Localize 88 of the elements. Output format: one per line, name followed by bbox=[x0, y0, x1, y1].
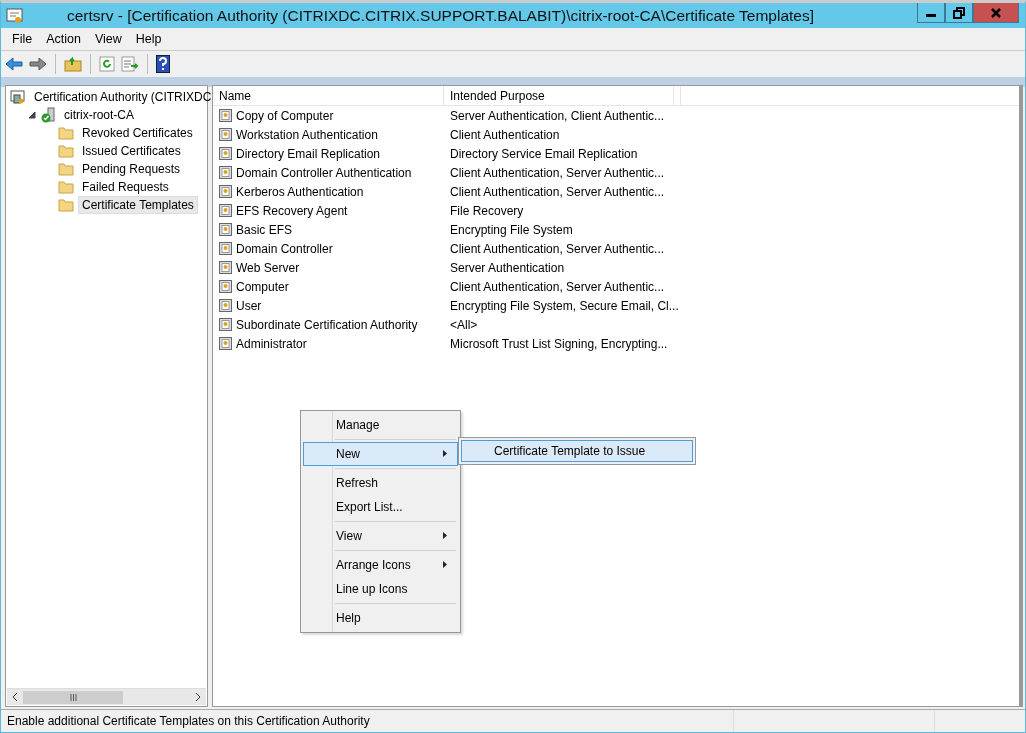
refresh-icon[interactable] bbox=[99, 56, 115, 72]
folder-icon bbox=[58, 198, 74, 212]
context-menu-item[interactable]: Line up Icons bbox=[303, 577, 458, 601]
certificate-template-icon bbox=[219, 185, 232, 198]
purpose-cell-text: Client Authentication, Server Authentic... bbox=[449, 184, 666, 199]
folder-icon bbox=[58, 126, 74, 140]
template-name[interactable]: Basic EFS bbox=[236, 222, 292, 237]
menu-item[interactable]: View bbox=[87, 30, 129, 48]
folder-up-icon[interactable] bbox=[64, 56, 82, 72]
purpose-cell-text: Server Authentication bbox=[449, 260, 566, 275]
template-name[interactable]: Computer bbox=[236, 279, 289, 294]
purpose-cell-text: Encrypting File System bbox=[449, 222, 574, 237]
purpose-cell-text: Client Authentication bbox=[449, 127, 561, 142]
folder-icon bbox=[58, 144, 74, 158]
close-icon bbox=[990, 6, 1002, 19]
tree-item[interactable]: Pending Requests bbox=[78, 160, 185, 178]
folder-icon bbox=[58, 162, 74, 176]
minimize-icon bbox=[926, 14, 936, 17]
context-menu-item[interactable]: Export List... bbox=[303, 495, 458, 519]
expand-arrow-icon[interactable] bbox=[28, 111, 36, 119]
restore-icon bbox=[953, 6, 965, 19]
context-menu-item[interactable]: View bbox=[303, 524, 458, 548]
horizontal-scrollbar[interactable] bbox=[7, 688, 206, 705]
purpose-cell-text: Microsoft Trust List Signing, Encrypting... bbox=[449, 336, 669, 351]
tree-item[interactable]: Revoked Certificates bbox=[78, 124, 197, 142]
purpose-cell-text: File Recovery bbox=[449, 203, 525, 218]
certificate-template-icon bbox=[219, 128, 232, 141]
context-menu-item[interactable]: Manage bbox=[303, 413, 458, 437]
template-name[interactable]: Subordinate Certification Authority bbox=[236, 317, 418, 332]
status-text: Enable additional Certificate Templates on this Certification Authority bbox=[6, 714, 371, 728]
template-name[interactable]: User bbox=[236, 298, 262, 313]
scroll-right-icon[interactable] bbox=[194, 692, 202, 702]
certificate-template-icon bbox=[219, 204, 232, 217]
folder-icon bbox=[58, 180, 74, 194]
context-menu-item[interactable]: New bbox=[303, 442, 458, 466]
close-button[interactable] bbox=[973, 3, 1019, 23]
purpose-cell-text: Server Authentication, Client Authentic... bbox=[449, 108, 666, 123]
server-check-icon bbox=[40, 107, 56, 123]
purpose-cell-text: Client Authentication, Server Authentic... bbox=[449, 165, 666, 180]
certificate-template-icon bbox=[219, 337, 232, 350]
template-name[interactable]: Kerberos Authentication bbox=[236, 184, 364, 199]
certificate-template-icon bbox=[219, 299, 232, 312]
template-name[interactable]: Directory Email Replication bbox=[236, 146, 381, 161]
menu-item[interactable]: Action bbox=[39, 30, 88, 48]
template-name[interactable]: Domain Controller bbox=[236, 241, 333, 256]
certificate-icon bbox=[6, 6, 24, 25]
window-title: certsrv - [Certification Authority (CITRIXDC.CITRIX.SUPPORT.BALABIT)\citrix-root-CA\Certificate Templates] bbox=[65, 6, 815, 25]
template-name[interactable]: Copy of Computer bbox=[236, 108, 334, 123]
purpose-cell-text: Directory Service Email Replication bbox=[449, 146, 639, 161]
certificate-template-icon bbox=[219, 223, 232, 236]
column-header[interactable]: Intended Purpose bbox=[444, 86, 674, 105]
certificate-template-icon bbox=[219, 261, 232, 274]
export-list-icon[interactable] bbox=[121, 56, 139, 72]
purpose-cell-text: Client Authentication, Server Authentic... bbox=[449, 279, 666, 294]
forward-arrow-icon[interactable] bbox=[29, 56, 47, 72]
certificate-template-icon bbox=[219, 280, 232, 293]
grip-icon bbox=[69, 693, 77, 701]
context-menu-item[interactable]: Arrange Icons bbox=[303, 553, 458, 577]
template-name[interactable]: Workstation Authentication bbox=[236, 127, 378, 142]
certificate-template-icon bbox=[219, 318, 232, 331]
submenu-item[interactable]: Certificate Template to Issue bbox=[461, 440, 693, 462]
certificate-template-icon bbox=[219, 147, 232, 160]
context-menu-item[interactable]: Help bbox=[303, 606, 458, 630]
template-name[interactable]: EFS Recovery Agent bbox=[236, 203, 348, 218]
menu-item[interactable]: Help bbox=[128, 30, 169, 48]
certificate-template-icon bbox=[219, 109, 232, 122]
minimize-button[interactable] bbox=[917, 3, 945, 23]
template-name[interactable]: Administrator bbox=[236, 336, 307, 351]
tree-item[interactable]: citrix-root-CA bbox=[60, 106, 138, 124]
menu-item[interactable]: File bbox=[5, 30, 40, 48]
tree-item[interactable]: Certification Authority (CITRIXDC bbox=[30, 88, 216, 106]
certificate-template-icon bbox=[219, 242, 232, 255]
template-name[interactable]: Web Server bbox=[236, 260, 300, 275]
restore-button[interactable] bbox=[945, 3, 973, 23]
tree-item[interactable]: Certificate Templates bbox=[78, 196, 198, 214]
column-header[interactable]: Name bbox=[213, 86, 444, 105]
tree-item[interactable]: Issued Certificates bbox=[78, 142, 185, 160]
scroll-left-icon[interactable] bbox=[11, 692, 19, 702]
purpose-cell-text: <All> bbox=[449, 317, 479, 332]
tree-item[interactable]: Failed Requests bbox=[78, 178, 173, 196]
certificate-template-icon bbox=[219, 166, 232, 179]
help-icon[interactable] bbox=[156, 55, 170, 73]
back-arrow-icon[interactable] bbox=[5, 56, 23, 72]
context-menu-item[interactable]: Refresh bbox=[303, 471, 458, 495]
template-name[interactable]: Domain Controller Authentication bbox=[236, 165, 412, 180]
certificate-authority-icon bbox=[10, 89, 26, 105]
purpose-cell-text: Client Authentication, Server Authentic... bbox=[449, 241, 666, 256]
scroll-thumb[interactable] bbox=[23, 690, 123, 704]
